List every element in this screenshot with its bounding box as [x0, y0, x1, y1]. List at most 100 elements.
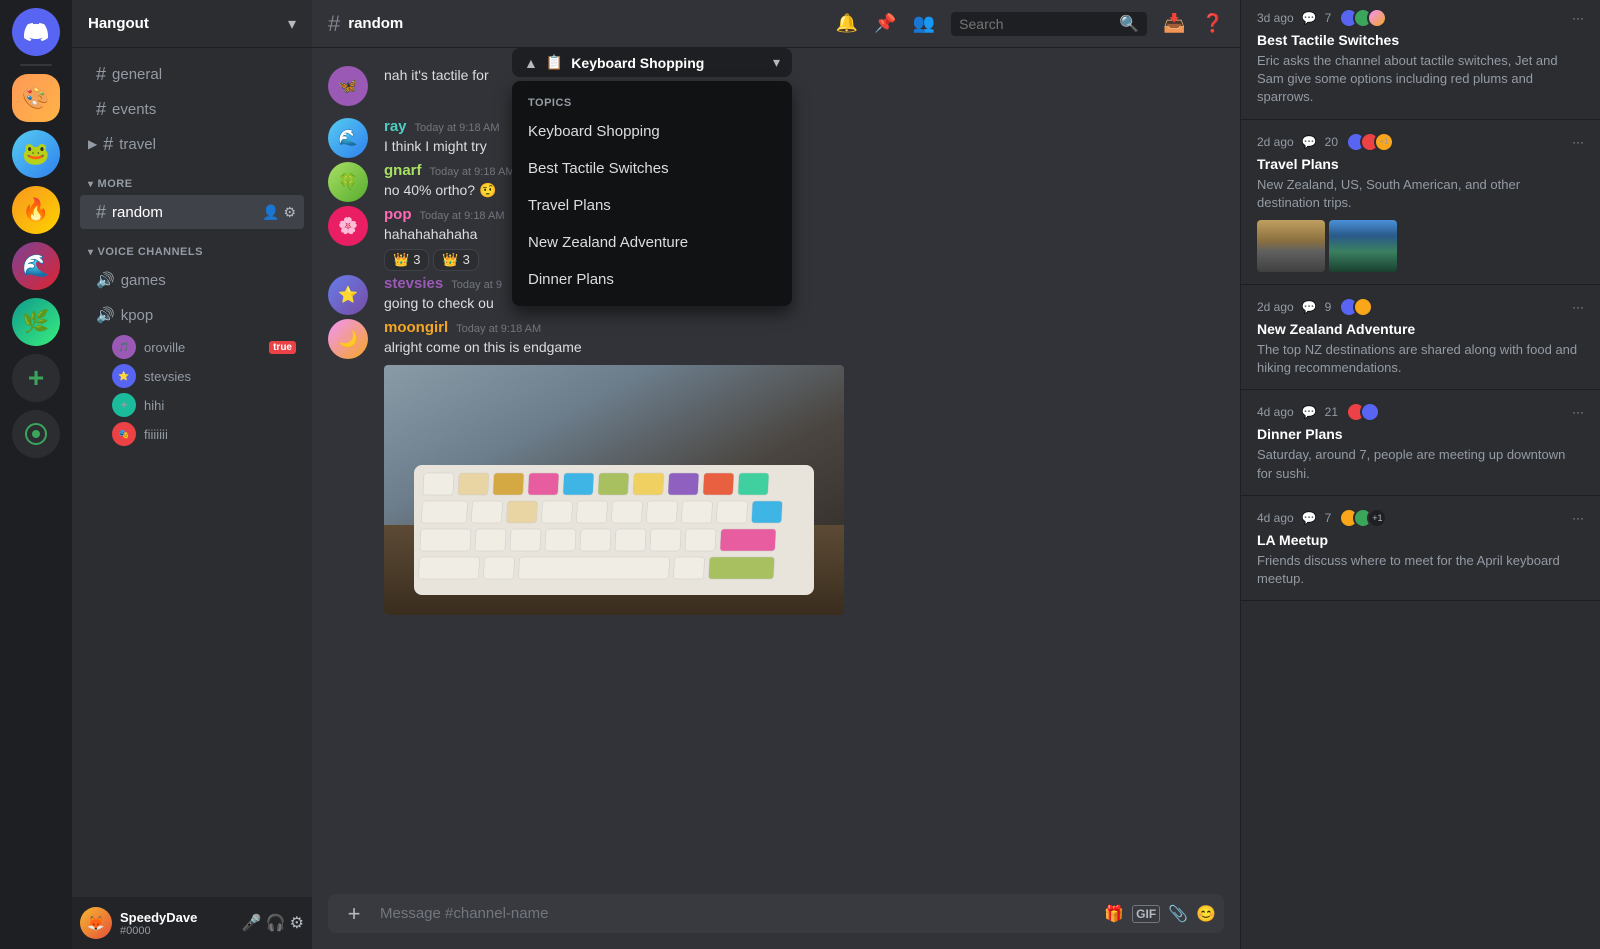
add-server-button[interactable]: + — [12, 354, 60, 402]
message-text: no 40% ortho? 🤨 — [384, 181, 1224, 201]
thread-age: 3d ago — [1257, 11, 1294, 25]
thread-more-button[interactable]: ··· — [1572, 405, 1584, 419]
message-input[interactable] — [380, 894, 1096, 933]
message-avatar: 🌊 — [328, 118, 368, 158]
live-badge: true — [269, 341, 296, 354]
thread-more-button[interactable]: ··· — [1572, 11, 1584, 25]
thread-more-button[interactable]: ··· — [1572, 300, 1584, 314]
voice-section-header: ▾ VOICE CHANNELS — [72, 230, 312, 262]
server-icon-5[interactable]: 🌿 — [12, 298, 60, 346]
server-header[interactable]: Hangout ▾ — [72, 0, 312, 48]
search-box[interactable]: 🔍 — [951, 12, 1147, 36]
user-name: SpeedyDave — [120, 910, 234, 925]
settings-icon[interactable]: ⚙ — [283, 204, 296, 221]
thread-item-la-meetup[interactable]: 4d ago 💬 7 +1 ··· LA Meetup Friends disc… — [1241, 496, 1600, 601]
server-dropdown-icon: ▾ — [288, 14, 296, 34]
chat-header-actions: 🔔 📌 👥 🔍 📥 ❓ — [836, 12, 1224, 36]
thread-item-dinner-plans[interactable]: 4d ago 💬 21 ··· Dinner Plans Saturday, a… — [1241, 390, 1600, 495]
message-avatar: ⭐ — [328, 275, 368, 315]
thread-avatars — [1339, 297, 1367, 317]
chat-image — [384, 365, 844, 615]
voice-user-fiiiiiii: 🎭 fiiiiiii — [80, 420, 304, 448]
topics-overlay: ▲ 📋 Keyboard Shopping ▾ TOPICS Keyboard … — [512, 48, 792, 306]
user-avatar: ⭐ — [112, 364, 136, 388]
right-panel: 3d ago 💬 7 ··· Best Tactile Switches Eri… — [1240, 0, 1600, 949]
collapse-arrow: ▾ — [88, 179, 94, 190]
members-icon[interactable]: 👥 — [913, 13, 935, 34]
sidebar-item-travel[interactable]: ▶ # travel — [80, 127, 304, 161]
pin-icon[interactable]: 📌 — [874, 13, 896, 34]
thread-age: 4d ago — [1257, 405, 1294, 419]
add-attachment-button[interactable]: + — [336, 896, 372, 932]
input-actions: 🎁 GIF 📎 😊 — [1104, 904, 1216, 924]
server-icon-4[interactable]: 🌊 — [12, 242, 60, 290]
voice-section-label: VOICE CHANNELS — [98, 246, 203, 258]
gif-button[interactable]: GIF — [1132, 905, 1160, 923]
keyboard-image-svg — [384, 365, 844, 615]
sidebar-item-events[interactable]: # events — [80, 92, 304, 126]
inbox-icon[interactable]: 📥 — [1163, 13, 1185, 34]
reaction-crown-2[interactable]: 👑3 — [433, 249, 478, 271]
sidebar-item-random[interactable]: # random 👤 ⚙ — [80, 195, 304, 229]
gift-icon[interactable]: 🎁 — [1104, 904, 1124, 924]
thread-title: Travel Plans — [1257, 156, 1584, 172]
headset-button[interactable]: 🎧 — [266, 913, 286, 933]
server-name: Hangout — [88, 15, 149, 32]
channel-list: # general # events ▶ # travel ▾ MORE # r… — [72, 48, 312, 897]
message-timestamp: Today at 9:18 AM — [415, 122, 500, 134]
message-username: pop — [384, 206, 412, 223]
thread-more-button[interactable]: ··· — [1572, 511, 1584, 525]
help-icon[interactable]: ❓ — [1202, 13, 1224, 34]
search-input[interactable] — [959, 16, 1115, 32]
thread-comments: 21 — [1325, 405, 1338, 419]
more-section-header: ▾ MORE — [72, 162, 312, 194]
thread-more-button[interactable]: ··· — [1572, 135, 1584, 149]
discord-home-button[interactable] — [12, 8, 60, 56]
server-icon-3[interactable]: 🔥 — [12, 186, 60, 234]
sidebar-item-games[interactable]: 🔊 games — [80, 263, 304, 297]
topic-item-travel-plans[interactable]: Travel Plans — [512, 187, 792, 224]
comment-icon: 💬 — [1302, 405, 1317, 419]
topic-item-keyboard-shopping[interactable]: Keyboard Shopping — [512, 113, 792, 150]
thread-item-nz-adventure[interactable]: 2d ago 💬 9 ··· New Zealand Adventure The… — [1241, 285, 1600, 390]
topic-item-best-tactile[interactable]: Best Tactile Switches — [512, 150, 792, 187]
thread-avatars: +1 — [1339, 508, 1381, 528]
server-icon-2[interactable]: 🐸 — [12, 130, 60, 178]
comment-icon: 💬 — [1302, 511, 1317, 525]
mic-button[interactable]: 🎤 — [242, 913, 262, 933]
server-icon-1[interactable]: 🎨 — [12, 74, 60, 122]
message-timestamp: Today at 9 — [451, 279, 502, 291]
collapse-icon: ▶ — [88, 137, 97, 151]
attachment-icon[interactable]: 📎 — [1168, 904, 1188, 924]
voice-channel-kpop: kpop — [121, 307, 154, 324]
message-content: moongirl Today at 9:18 AM alright come o… — [384, 319, 1224, 616]
discover-button[interactable] — [12, 410, 60, 458]
thread-avatar — [1360, 402, 1380, 422]
sidebar-item-kpop[interactable]: 🔊 kpop — [80, 298, 304, 332]
thread-images — [1257, 220, 1584, 272]
message-username: gnarf — [384, 162, 422, 179]
thread-description: New Zealand, US, South American, and oth… — [1257, 176, 1584, 212]
message-avatar: 🌙 — [328, 319, 368, 359]
thread-meta: 3d ago 💬 7 ··· — [1257, 8, 1584, 28]
channel-hash-icon: # — [328, 11, 340, 37]
emoji-icon[interactable]: 😊 — [1196, 904, 1216, 924]
thread-item-travel-plans[interactable]: 2d ago 💬 20 +1 ··· Travel Plans New Zeal… — [1241, 120, 1600, 285]
thread-avatar — [1353, 297, 1373, 317]
topic-item-dinner-plans[interactable]: Dinner Plans — [512, 261, 792, 298]
channel-name-travel: travel — [119, 136, 156, 153]
reaction-crown-1[interactable]: 👑3 — [384, 249, 429, 271]
thread-meta: 2d ago 💬 20 +1 ··· — [1257, 132, 1584, 152]
thread-title: Dinner Plans — [1257, 426, 1584, 442]
message-text: alright come on this is endgame — [384, 338, 1224, 358]
topics-trigger-button[interactable]: ▲ 📋 Keyboard Shopping ▾ — [512, 48, 792, 77]
bell-icon[interactable]: 🔔 — [836, 13, 858, 34]
user-tag: #0000 — [120, 925, 234, 937]
thread-age: 2d ago — [1257, 135, 1294, 149]
settings-button[interactable]: ⚙ — [290, 913, 304, 933]
topic-item-nz-adventure[interactable]: New Zealand Adventure — [512, 224, 792, 261]
thread-item-best-tactile[interactable]: 3d ago 💬 7 ··· Best Tactile Switches Eri… — [1241, 0, 1600, 120]
sidebar-item-general[interactable]: # general — [80, 57, 304, 91]
reaction-bar: 👑3 👑3 — [384, 249, 1224, 271]
add-member-icon[interactable]: 👤 — [262, 204, 279, 221]
